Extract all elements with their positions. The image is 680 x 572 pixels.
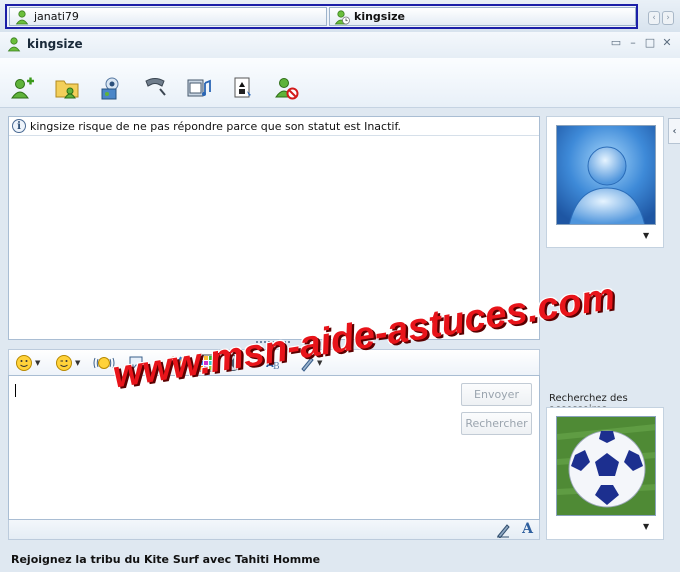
wink-icon: [56, 355, 72, 371]
message-input[interactable]: Envoyer Rechercher: [8, 375, 540, 520]
contact-away-icon: [334, 9, 350, 24]
chevron-down-icon: ▼: [35, 359, 41, 367]
info-icon: i: [12, 119, 26, 133]
call-button[interactable]: [142, 75, 168, 101]
games-icon: [234, 77, 251, 98]
send-files-icon: [55, 80, 79, 99]
tab-label: janati79: [34, 10, 79, 23]
soccer-ball-image[interactable]: [556, 416, 656, 516]
search-button[interactable]: Rechercher: [461, 412, 532, 435]
text-caret: [15, 384, 16, 397]
promo-text[interactable]: Rejoignez la tribu du Kite Surf avec Tah…: [11, 553, 320, 566]
webcam-icon: [101, 77, 119, 100]
send-files-button[interactable]: [54, 75, 80, 101]
activities-button[interactable]: [186, 75, 212, 101]
tab-scroll-left-icon[interactable]: ‹: [648, 11, 660, 25]
main-toolbar: [0, 58, 680, 108]
accessories-panel: ▼: [546, 407, 664, 540]
soccer-ball-icon: [557, 417, 655, 515]
window-controls: ▭ – □ ✕: [610, 37, 673, 49]
tab-frame: janati79 kingsize: [5, 4, 638, 29]
chevron-down-icon[interactable]: ▼: [643, 231, 649, 240]
block-contact-icon: [275, 78, 299, 100]
notice-text: kingsize risque de ne pas répondre parce…: [30, 119, 402, 133]
maximize-icon[interactable]: □: [644, 37, 656, 49]
invite-contact-icon: [11, 77, 34, 99]
contact-status-icon: [7, 37, 21, 52]
webcam-button[interactable]: [98, 75, 124, 101]
wink-button[interactable]: ▼: [55, 353, 80, 373]
contact-online-icon: [15, 9, 29, 24]
activities-icon: [187, 79, 211, 97]
emoticon-button[interactable]: ▼: [15, 353, 40, 373]
tab-janati79[interactable]: janati79: [9, 7, 327, 26]
input-mode-bar: A: [8, 520, 540, 540]
chevron-down-icon: ▼: [75, 359, 81, 367]
call-icon: [145, 78, 166, 96]
emoticon-icon: [16, 355, 32, 371]
avatar[interactable]: [556, 125, 656, 225]
tab-kingsize[interactable]: kingsize: [329, 7, 636, 26]
inactive-notice: i kingsize risque de ne pas répondre par…: [9, 117, 539, 136]
pen-icon[interactable]: [496, 522, 512, 538]
games-button[interactable]: [230, 75, 256, 101]
minimize-icon[interactable]: –: [627, 37, 639, 49]
close-icon[interactable]: ✕: [661, 37, 673, 49]
menu-icon[interactable]: ▭: [610, 37, 622, 49]
block-contact-button[interactable]: [274, 75, 300, 101]
send-button[interactable]: Envoyer: [461, 383, 532, 406]
tab-label: kingsize: [354, 10, 405, 23]
tab-scroll-right-icon[interactable]: ›: [662, 11, 674, 25]
font-icon[interactable]: A: [522, 521, 533, 537]
tab-strip: janati79 kingsize ‹ ›: [0, 0, 680, 32]
default-avatar-icon: [557, 126, 655, 224]
title-bar: kingsize ▭ – □ ✕: [0, 32, 680, 58]
invite-contact-button[interactable]: [10, 75, 36, 101]
contact-avatar-panel: ▼: [546, 116, 664, 248]
collapse-sidebar-icon[interactable]: ‹: [668, 118, 680, 144]
window-title: kingsize: [27, 37, 83, 51]
tab-navigation: ‹ ›: [648, 11, 674, 25]
chevron-down-icon[interactable]: ▼: [643, 522, 649, 531]
